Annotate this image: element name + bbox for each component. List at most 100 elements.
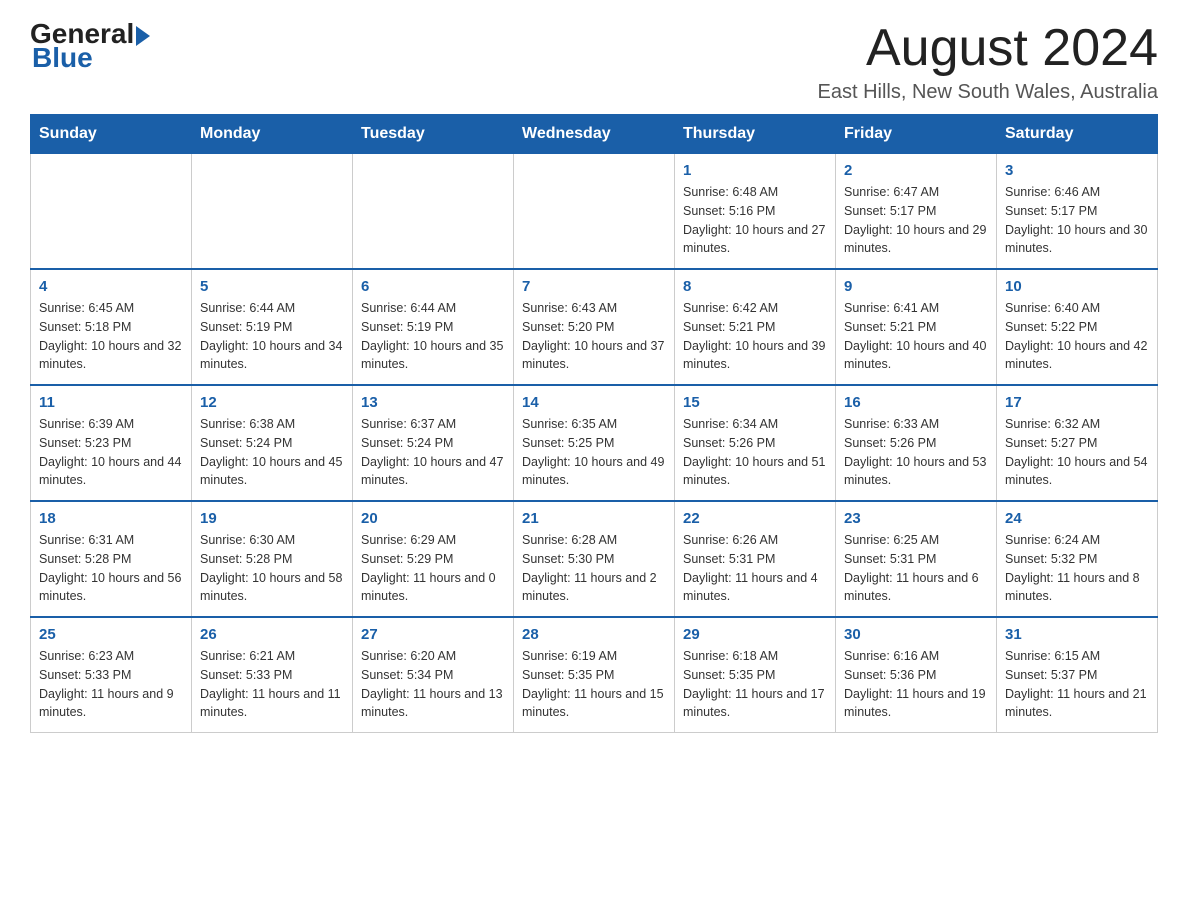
calendar-week-1: 1Sunrise: 6:48 AM Sunset: 5:16 PM Daylig…: [31, 154, 1158, 270]
calendar-table: SundayMondayTuesdayWednesdayThursdayFrid…: [30, 114, 1158, 733]
day-number: 16: [844, 394, 988, 411]
day-number: 8: [683, 278, 827, 295]
calendar-cell: 29Sunrise: 6:18 AM Sunset: 5:35 PM Dayli…: [675, 617, 836, 733]
day-number: 25: [39, 626, 183, 643]
page-header: General Blue August 2024 East Hills, New…: [30, 20, 1158, 104]
day-info: Sunrise: 6:40 AM Sunset: 5:22 PM Dayligh…: [1005, 299, 1149, 374]
day-info: Sunrise: 6:31 AM Sunset: 5:28 PM Dayligh…: [39, 531, 183, 606]
day-number: 19: [200, 510, 344, 527]
day-info: Sunrise: 6:30 AM Sunset: 5:28 PM Dayligh…: [200, 531, 344, 606]
day-number: 29: [683, 626, 827, 643]
day-info: Sunrise: 6:21 AM Sunset: 5:33 PM Dayligh…: [200, 647, 344, 722]
logo: General Blue: [30, 20, 150, 72]
day-info: Sunrise: 6:38 AM Sunset: 5:24 PM Dayligh…: [200, 415, 344, 490]
calendar-cell: 15 Sunrise: 6:34 AM Sunset: 5:26 PM Dayli…: [675, 385, 836, 501]
day-number: 7: [522, 278, 666, 295]
day-number: 24: [1005, 510, 1149, 527]
day-info: Sunrise: 6:45 AM Sunset: 5:18 PM Dayligh…: [39, 299, 183, 374]
day-info: Sunrise: 6:39 AM Sunset: 5:23 PM Dayligh…: [39, 415, 183, 490]
calendar-cell: [514, 154, 675, 270]
logo-blue-text: Blue: [30, 44, 150, 72]
calendar-cell: 28Sunrise: 6:19 AM Sunset: 5:35 PM Dayli…: [514, 617, 675, 733]
calendar-cell: 7Sunrise: 6:43 AM Sunset: 5:20 PM Daylig…: [514, 269, 675, 385]
calendar-cell: 20 Sunrise: 6:29 AM Sunset: 5:29 PM Dayli…: [353, 501, 514, 617]
calendar-cell: 26Sunrise: 6:21 AM Sunset: 5:33 PM Dayli…: [192, 617, 353, 733]
day-number: 23: [844, 510, 988, 527]
calendar-day-header-sunday: Sunday: [31, 115, 192, 154]
calendar-cell: 18 Sunrise: 6:31 AM Sunset: 5:28 PM Dayli…: [31, 501, 192, 617]
calendar-cell: 23 Sunrise: 6:25 AM Sunset: 5:31 PM Dayli…: [836, 501, 997, 617]
day-number: 20: [361, 510, 505, 527]
day-info: Sunrise: 6:44 AM Sunset: 5:19 PM Dayligh…: [200, 299, 344, 374]
calendar-cell: 27 Sunrise: 6:20 AM Sunset: 5:34 PM Dayli…: [353, 617, 514, 733]
calendar-cell: 12 Sunrise: 6:38 AM Sunset: 5:24 PM Dayli…: [192, 385, 353, 501]
calendar-week-4: 18 Sunrise: 6:31 AM Sunset: 5:28 PM Dayli…: [31, 501, 1158, 617]
day-info: Sunrise: 6:44 AM Sunset: 5:19 PM Dayligh…: [361, 299, 505, 374]
calendar-cell: 25 Sunrise: 6:23 AM Sunset: 5:33 PM Dayli…: [31, 617, 192, 733]
calendar-header-row: SundayMondayTuesdayWednesdayThursdayFrid…: [31, 115, 1158, 154]
day-info: Sunrise: 6:24 AM Sunset: 5:32 PM Dayligh…: [1005, 531, 1149, 606]
day-number: 12: [200, 394, 344, 411]
day-info: Sunrise: 6:26 AM Sunset: 5:31 PM Dayligh…: [683, 531, 827, 606]
day-number: 4: [39, 278, 183, 295]
day-info: Sunrise: 6:34 AM Sunset: 5:26 PM Dayligh…: [683, 415, 827, 490]
calendar-cell: 11 Sunrise: 6:39 AM Sunset: 5:23 PM Dayli…: [31, 385, 192, 501]
calendar-cell: 13Sunrise: 6:37 AM Sunset: 5:24 PM Dayli…: [353, 385, 514, 501]
calendar-cell: 30Sunrise: 6:16 AM Sunset: 5:36 PM Dayli…: [836, 617, 997, 733]
day-info: Sunrise: 6:25 AM Sunset: 5:31 PM Dayligh…: [844, 531, 988, 606]
calendar-cell: 6Sunrise: 6:44 AM Sunset: 5:19 PM Daylig…: [353, 269, 514, 385]
day-number: 31: [1005, 626, 1149, 643]
calendar-cell: [192, 154, 353, 270]
calendar-cell: 16 Sunrise: 6:33 AM Sunset: 5:26 PM Dayli…: [836, 385, 997, 501]
day-info: Sunrise: 6:28 AM Sunset: 5:30 PM Dayligh…: [522, 531, 666, 606]
calendar-cell: 24 Sunrise: 6:24 AM Sunset: 5:32 PM Dayli…: [997, 501, 1158, 617]
calendar-cell: 10 Sunrise: 6:40 AM Sunset: 5:22 PM Dayli…: [997, 269, 1158, 385]
calendar-cell: 9 Sunrise: 6:41 AM Sunset: 5:21 PM Daylig…: [836, 269, 997, 385]
calendar-body: 1Sunrise: 6:48 AM Sunset: 5:16 PM Daylig…: [31, 154, 1158, 733]
calendar-cell: [353, 154, 514, 270]
day-info: Sunrise: 6:33 AM Sunset: 5:26 PM Dayligh…: [844, 415, 988, 490]
day-info: Sunrise: 6:15 AM Sunset: 5:37 PM Dayligh…: [1005, 647, 1149, 722]
day-info: Sunrise: 6:42 AM Sunset: 5:21 PM Dayligh…: [683, 299, 827, 374]
day-number: 1: [683, 162, 827, 179]
day-info: Sunrise: 6:20 AM Sunset: 5:34 PM Dayligh…: [361, 647, 505, 722]
logo-arrow-icon: [136, 26, 150, 46]
day-number: 17: [1005, 394, 1149, 411]
month-title: August 2024: [818, 20, 1159, 77]
day-info: Sunrise: 6:29 AM Sunset: 5:29 PM Dayligh…: [361, 531, 505, 606]
day-info: Sunrise: 6:46 AM Sunset: 5:17 PM Dayligh…: [1005, 183, 1149, 258]
day-number: 5: [200, 278, 344, 295]
calendar-day-header-monday: Monday: [192, 115, 353, 154]
calendar-cell: 21 Sunrise: 6:28 AM Sunset: 5:30 PM Dayli…: [514, 501, 675, 617]
day-number: 21: [522, 510, 666, 527]
day-number: 18: [39, 510, 183, 527]
calendar-week-2: 4 Sunrise: 6:45 AM Sunset: 5:18 PM Daylig…: [31, 269, 1158, 385]
day-number: 2: [844, 162, 988, 179]
calendar-cell: 22 Sunrise: 6:26 AM Sunset: 5:31 PM Dayli…: [675, 501, 836, 617]
calendar-day-header-tuesday: Tuesday: [353, 115, 514, 154]
day-info: Sunrise: 6:32 AM Sunset: 5:27 PM Dayligh…: [1005, 415, 1149, 490]
day-number: 13: [361, 394, 505, 411]
calendar-cell: 8 Sunrise: 6:42 AM Sunset: 5:21 PM Daylig…: [675, 269, 836, 385]
day-number: 15: [683, 394, 827, 411]
calendar-day-header-wednesday: Wednesday: [514, 115, 675, 154]
day-number: 9: [844, 278, 988, 295]
day-number: 27: [361, 626, 505, 643]
calendar-cell: [31, 154, 192, 270]
day-info: Sunrise: 6:35 AM Sunset: 5:25 PM Dayligh…: [522, 415, 666, 490]
calendar-cell: 5 Sunrise: 6:44 AM Sunset: 5:19 PM Daylig…: [192, 269, 353, 385]
calendar-cell: 19 Sunrise: 6:30 AM Sunset: 5:28 PM Dayli…: [192, 501, 353, 617]
day-info: Sunrise: 6:41 AM Sunset: 5:21 PM Dayligh…: [844, 299, 988, 374]
calendar-cell: 14 Sunrise: 6:35 AM Sunset: 5:25 PM Dayli…: [514, 385, 675, 501]
day-info: Sunrise: 6:23 AM Sunset: 5:33 PM Dayligh…: [39, 647, 183, 722]
day-number: 22: [683, 510, 827, 527]
day-number: 10: [1005, 278, 1149, 295]
day-number: 11: [39, 394, 183, 411]
day-number: 14: [522, 394, 666, 411]
calendar-day-header-saturday: Saturday: [997, 115, 1158, 154]
day-info: Sunrise: 6:19 AM Sunset: 5:35 PM Dayligh…: [522, 647, 666, 722]
calendar-cell: 2 Sunrise: 6:47 AM Sunset: 5:17 PM Daylig…: [836, 154, 997, 270]
day-info: Sunrise: 6:47 AM Sunset: 5:17 PM Dayligh…: [844, 183, 988, 258]
title-block: August 2024 East Hills, New South Wales,…: [818, 20, 1159, 104]
day-number: 30: [844, 626, 988, 643]
